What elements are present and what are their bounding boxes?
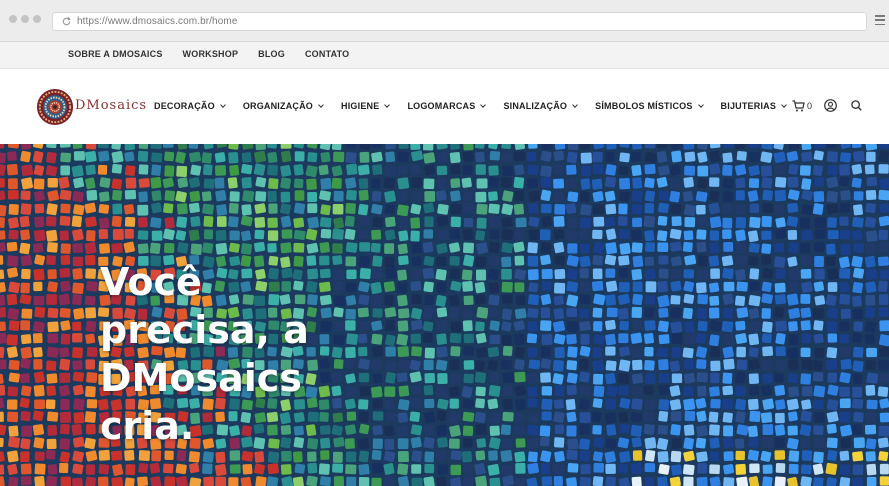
hero-heading: Você precisa, a DMosaics cria.	[100, 258, 320, 450]
hero-banner: Você precisa, a DMosaics cria.	[0, 144, 889, 486]
nav-label: BIJUTERIAS	[720, 101, 777, 111]
toplink-workshop[interactable]: WORKSHOP	[183, 49, 239, 59]
logo-emblem-icon[interactable]	[36, 88, 74, 126]
cart-icon	[792, 99, 805, 111]
toplink-sobre[interactable]: SOBRE A DMOSAICS	[68, 49, 163, 59]
nav-label: DECORAÇÃO	[154, 101, 215, 111]
nav-item-higiene[interactable]: HIGIENE	[341, 101, 391, 111]
window-controls	[9, 15, 41, 23]
hero-line: precisa, a	[100, 308, 309, 352]
top-bar: SOBRE A DMOSAICS WORKSHOP BLOG CONTATO	[0, 42, 889, 69]
toplink-contato[interactable]: CONTATO	[305, 49, 349, 59]
nav-item-organizacao[interactable]: ORGANIZAÇÃO	[242, 101, 324, 111]
nav-item-decoracao[interactable]: DECORAÇÃO	[154, 101, 226, 111]
hero-line: cria.	[100, 404, 195, 448]
nav-label: LOGOMARCAS	[407, 101, 476, 111]
user-icon[interactable]	[824, 99, 837, 112]
chevron-down-icon	[697, 101, 704, 108]
chevron-down-icon	[480, 101, 487, 108]
nav-label: SINALIZAÇÃO	[503, 101, 568, 111]
nav-item-bijuterias[interactable]: BIJUTERIAS	[721, 101, 787, 111]
minimize-window-button[interactable]	[21, 15, 29, 23]
cart-count: 0	[807, 100, 813, 111]
nav-label: ORGANIZAÇÃO	[242, 101, 314, 111]
toplink-blog[interactable]: BLOG	[258, 49, 285, 59]
address-url: https://www.dmosaics.com.br/home	[77, 16, 238, 27]
reload-icon[interactable]	[61, 16, 72, 27]
search-icon[interactable]	[851, 100, 862, 111]
hero-line: Você	[100, 260, 202, 304]
main-nav: DECORAÇÃO ORGANIZAÇÃO HIGIENE LOGOMARCAS…	[154, 101, 787, 111]
nav-item-sinalizacao[interactable]: SINALIZAÇÃO	[503, 101, 578, 111]
chevron-down-icon	[384, 101, 391, 108]
logo-text[interactable]: DMosaics	[75, 98, 147, 113]
hero-line: DMosaics	[100, 356, 302, 400]
chevron-down-icon	[219, 101, 226, 108]
nav-label: SÍMBOLOS MÍSTICOS	[595, 101, 693, 111]
chevron-down-icon	[318, 101, 324, 108]
site-header: DMosaics DECORAÇÃO ORGANIZAÇÃO HIGIENE L…	[0, 69, 889, 144]
nav-label: HIGIENE	[341, 101, 380, 111]
nav-item-simbolos-misticos[interactable]: SÍMBOLOS MÍSTICOS	[595, 101, 704, 111]
chevron-down-icon	[781, 101, 787, 108]
browser-toolbar: https://www.dmosaics.com.br/home	[0, 0, 889, 42]
maximize-window-button[interactable]	[33, 15, 41, 23]
address-bar[interactable]: https://www.dmosaics.com.br/home	[52, 12, 867, 31]
browser-menu-icon[interactable]	[875, 15, 885, 25]
header-icons: 0	[792, 99, 862, 112]
cart-button[interactable]: 0	[792, 99, 813, 112]
nav-item-logomarcas[interactable]: LOGOMARCAS	[407, 101, 487, 111]
chevron-down-icon	[572, 101, 578, 108]
close-window-button[interactable]	[9, 15, 17, 23]
